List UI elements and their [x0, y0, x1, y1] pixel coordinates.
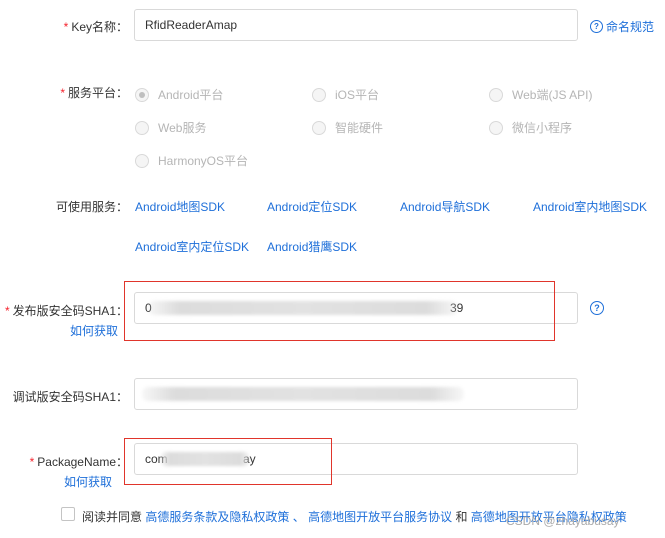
- radio-dot-icon: [135, 153, 149, 168]
- terms-privacy-link[interactable]: 高德服务条款及隐私权政策: [145, 510, 289, 524]
- service-android-indoor-map-sdk[interactable]: Android室内地图SDK: [533, 198, 647, 215]
- service-agreement-link[interactable]: 高德地图开放平台服务协议: [308, 510, 452, 524]
- radio-dot-icon: [135, 87, 149, 102]
- release-sha1-how-to-link[interactable]: 如何获取: [70, 322, 118, 339]
- required-mark: *: [29, 455, 35, 469]
- release-sha1-label: * 发布版安全码SHA1：: [4, 304, 128, 318]
- debug-sha1-label: 调试版安全码SHA1：: [12, 390, 128, 404]
- radio-dot-icon: [135, 120, 149, 135]
- services-label: 可使用服务：: [55, 200, 128, 214]
- service-android-map-sdk[interactable]: Android地图SDK: [135, 198, 225, 215]
- radio-harmonyos[interactable]: HarmonyOS平台: [135, 152, 248, 169]
- radio-wechat-miniprogram[interactable]: 微信小程序: [489, 119, 572, 136]
- radio-smart-hardware[interactable]: 智能硬件: [312, 119, 383, 136]
- platform-label: * 服务平台：: [60, 86, 128, 100]
- radio-dot-icon: [489, 120, 503, 135]
- redacted-blur: [142, 387, 464, 401]
- key-name-label: * Key名称：: [63, 20, 128, 34]
- radio-android[interactable]: Android平台: [135, 86, 223, 103]
- help-circle-icon: ?: [590, 20, 603, 33]
- radio-web-js-api[interactable]: Web端(JS API): [489, 86, 592, 103]
- service-android-falcon-sdk[interactable]: Android猎鹰SDK: [267, 238, 357, 255]
- csdn-watermark: CSDN @zhayabusay: [506, 514, 620, 528]
- required-mark: *: [60, 86, 65, 100]
- required-mark: *: [4, 304, 10, 318]
- package-name-label: * PackageName：: [29, 455, 128, 469]
- radio-dot-icon: [312, 120, 326, 135]
- service-android-location-sdk[interactable]: Android定位SDK: [267, 198, 357, 215]
- highlight-box: [124, 281, 555, 341]
- radio-dot-icon: [312, 87, 326, 102]
- key-name-input[interactable]: RfidReaderAmap: [134, 9, 578, 41]
- radio-ios[interactable]: iOS平台: [312, 86, 379, 103]
- help-circle-icon[interactable]: ?: [590, 301, 604, 315]
- highlight-box: [124, 438, 332, 485]
- naming-rules-link[interactable]: ? 命名规范: [590, 18, 654, 35]
- service-android-navigation-sdk[interactable]: Android导航SDK: [400, 198, 490, 215]
- service-android-indoor-location-sdk[interactable]: Android室内定位SDK: [135, 238, 249, 255]
- package-name-how-to-link[interactable]: 如何获取: [64, 473, 112, 490]
- radio-dot-icon: [489, 87, 503, 102]
- required-mark: *: [63, 20, 69, 34]
- agreement-checkbox[interactable]: [61, 507, 75, 521]
- radio-web-service[interactable]: Web服务: [135, 119, 206, 136]
